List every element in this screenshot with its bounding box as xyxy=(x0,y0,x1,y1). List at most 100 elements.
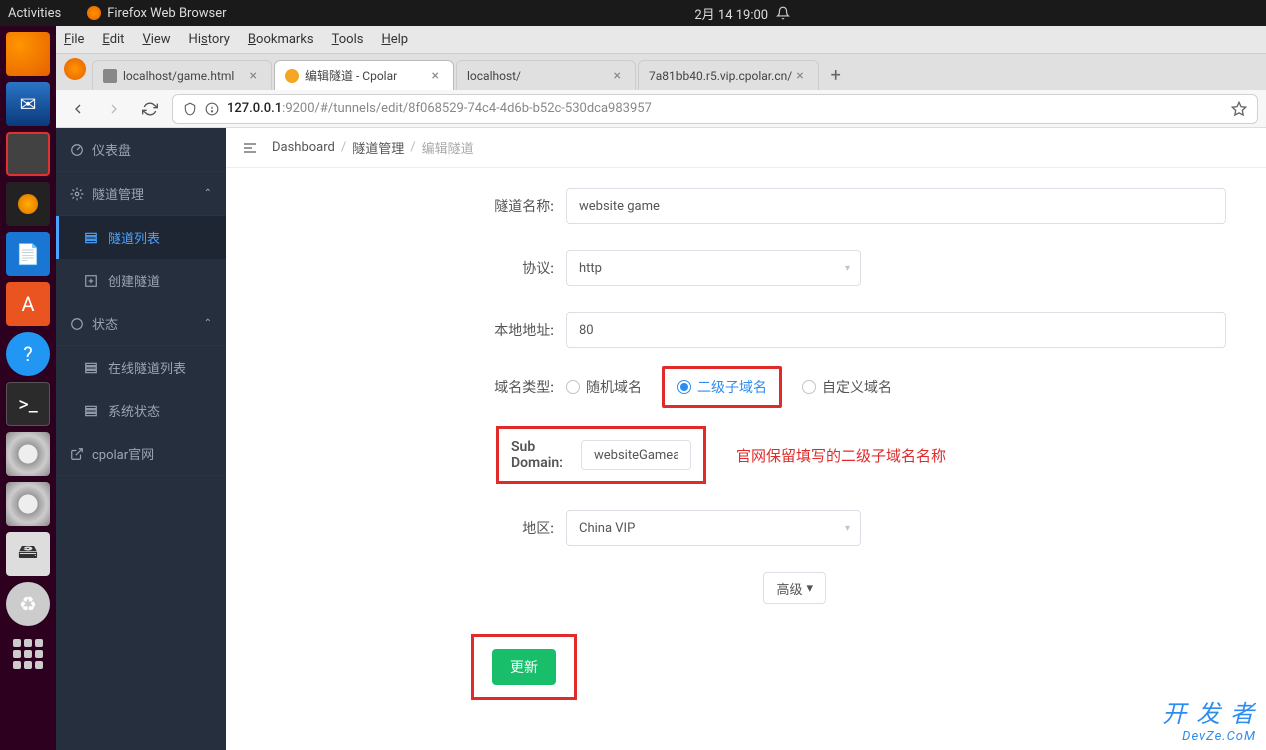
dashboard-icon xyxy=(70,143,84,157)
region-label: 地区: xyxy=(226,518,566,538)
local-addr-input[interactable] xyxy=(566,312,1226,348)
chevron-up-icon: ⌃ xyxy=(204,188,212,199)
annotation-text: 官网保留填写的二级子域名名称 xyxy=(736,445,946,466)
highlight-box-submit: 更新 xyxy=(471,634,577,700)
sidebar-item-label: cpolar官网 xyxy=(92,444,154,463)
menu-bookmarks[interactable]: Bookmarks xyxy=(248,32,314,47)
radio-custom-domain[interactable]: 自定义域名 xyxy=(802,377,892,397)
dock-usb-icon[interactable]: 🖴 xyxy=(6,532,50,576)
sidebar-item-label: 仪表盘 xyxy=(92,140,131,159)
region-select[interactable]: China VIP ▾ xyxy=(566,510,861,546)
crumb-dashboard[interactable]: Dashboard xyxy=(272,140,335,155)
sidebar-item-label: 创建隧道 xyxy=(108,271,160,290)
shield-icon[interactable] xyxy=(183,102,197,116)
sidebar-system-status[interactable]: 系统状态 xyxy=(56,389,226,432)
firefox-menubar: File Edit View History Bookmarks Tools H… xyxy=(56,26,1266,54)
bell-icon[interactable] xyxy=(776,6,790,20)
close-icon[interactable]: × xyxy=(246,68,261,84)
ubuntu-dock: ✉ 📄 A ? >_ 🖴 ♻ xyxy=(0,26,56,750)
close-icon[interactable]: × xyxy=(610,68,625,84)
close-icon[interactable]: × xyxy=(428,68,443,84)
dock-firefox-icon[interactable] xyxy=(6,32,50,76)
highlight-box: 二级子域名 xyxy=(662,366,782,408)
active-app-label[interactable]: Firefox Web Browser xyxy=(87,6,226,21)
tab-1[interactable]: 编辑隧道 - Cpolar × xyxy=(274,60,454,90)
sidebar-dashboard[interactable]: 仪表盘 xyxy=(56,128,226,172)
tab-2[interactable]: localhost/ × xyxy=(456,60,636,90)
reload-button[interactable] xyxy=(136,95,164,123)
dock-writer-icon[interactable]: 📄 xyxy=(6,232,50,276)
dock-files-icon[interactable] xyxy=(6,132,50,176)
list-icon xyxy=(84,231,98,245)
radio-icon xyxy=(677,380,691,394)
watermark: 开 发 者 DevZe.CoM xyxy=(1162,694,1256,744)
sidebar-tunnels-group[interactable]: 隧道管理 ⌃ xyxy=(56,172,226,216)
dock-software-icon[interactable]: A xyxy=(6,282,50,326)
list-icon xyxy=(84,361,98,375)
close-icon[interactable]: × xyxy=(792,68,807,84)
sidebar-item-label: 状态 xyxy=(92,314,118,333)
tab-3[interactable]: 7a81bb40.r5.vip.cpolar.cn/ × xyxy=(638,60,819,90)
radio-random-domain[interactable]: 随机域名 xyxy=(566,377,642,397)
sidebar-tunnel-list[interactable]: 隧道列表 xyxy=(56,216,226,259)
subdomain-label: Sub Domain: xyxy=(511,439,581,471)
dock-thunderbird-icon[interactable]: ✉ xyxy=(6,82,50,126)
dock-music-icon[interactable] xyxy=(6,182,50,226)
url-bar[interactable]: 127.0.0.1:9200/#/tunnels/edit/8f068529-7… xyxy=(172,94,1258,124)
sidebar-official[interactable]: cpolar官网 xyxy=(56,432,226,476)
sidebar-toggle-icon[interactable] xyxy=(242,140,258,156)
status-icon xyxy=(70,317,84,331)
firefox-window: File Edit View History Bookmarks Tools H… xyxy=(56,26,1266,750)
menu-edit[interactable]: Edit xyxy=(102,32,124,47)
favicon-icon xyxy=(103,69,117,83)
menu-tools[interactable]: Tools xyxy=(332,32,364,47)
new-tab-button[interactable]: + xyxy=(821,65,851,90)
clock[interactable]: 2月 14 19:00 xyxy=(694,4,768,23)
tab-title: 编辑隧道 - Cpolar xyxy=(305,67,397,84)
list-icon xyxy=(84,404,98,418)
sidebar-online-list[interactable]: 在线隧道列表 xyxy=(56,346,226,389)
subdomain-input[interactable] xyxy=(581,440,691,470)
tab-title: localhost/game.html xyxy=(123,69,234,83)
firefox-home-icon[interactable] xyxy=(64,58,86,80)
chevron-up-icon: ⌃ xyxy=(204,318,212,329)
advanced-toggle-button[interactable]: 高级 ▾ xyxy=(763,572,826,604)
create-icon xyxy=(84,274,98,288)
sidebar-status-group[interactable]: 状态 ⌃ xyxy=(56,302,226,346)
sidebar-tunnel-create[interactable]: 创建隧道 xyxy=(56,259,226,302)
forward-button[interactable] xyxy=(100,95,128,123)
sidebar-item-label: 在线隧道列表 xyxy=(108,358,186,377)
bookmark-star-icon[interactable] xyxy=(1231,101,1247,117)
cpolar-app: 仪表盘 隧道管理 ⌃ 隧道列表 xyxy=(56,128,1266,750)
dock-disc2-icon[interactable] xyxy=(6,482,50,526)
dock-show-apps-icon[interactable] xyxy=(6,632,50,676)
tab-bar: localhost/game.html × 编辑隧道 - Cpolar × lo… xyxy=(56,54,1266,90)
radio-subdomain[interactable]: 二级子域名 xyxy=(677,377,767,397)
menu-help[interactable]: Help xyxy=(381,32,408,47)
dock-help-icon[interactable]: ? xyxy=(6,332,50,376)
tunnel-name-input[interactable] xyxy=(566,188,1226,224)
favicon-icon xyxy=(285,69,299,83)
menu-history[interactable]: History xyxy=(189,32,230,47)
dock-terminal-icon[interactable]: >_ xyxy=(6,382,50,426)
menu-view[interactable]: View xyxy=(142,32,170,47)
activities-button[interactable]: Activities xyxy=(8,6,61,21)
dock-trash-icon[interactable]: ♻ xyxy=(6,582,50,626)
update-button[interactable]: 更新 xyxy=(492,649,556,685)
lock-icon[interactable] xyxy=(205,102,219,116)
back-button[interactable] xyxy=(64,95,92,123)
highlight-box-subdomain: Sub Domain: xyxy=(496,426,706,484)
crumb-tunnels[interactable]: 隧道管理 xyxy=(352,138,404,157)
menu-file[interactable]: File xyxy=(64,32,84,47)
sidebar-item-label: 隧道列表 xyxy=(108,228,160,247)
domain-type-label: 域名类型: xyxy=(226,377,566,397)
url-path: :9200/#/tunnels/edit/8f068529-74c4-4d6b-… xyxy=(282,101,652,116)
protocol-select[interactable]: http ▾ xyxy=(566,250,861,286)
sidebar: 仪表盘 隧道管理 ⌃ 隧道列表 xyxy=(56,128,226,750)
sidebar-item-label: 系统状态 xyxy=(108,401,160,420)
sidebar-item-label: 隧道管理 xyxy=(92,184,144,203)
url-host: 127.0.0.1 xyxy=(227,101,282,116)
tab-0[interactable]: localhost/game.html × xyxy=(92,60,272,90)
firefox-icon xyxy=(87,6,101,20)
dock-disc1-icon[interactable] xyxy=(6,432,50,476)
